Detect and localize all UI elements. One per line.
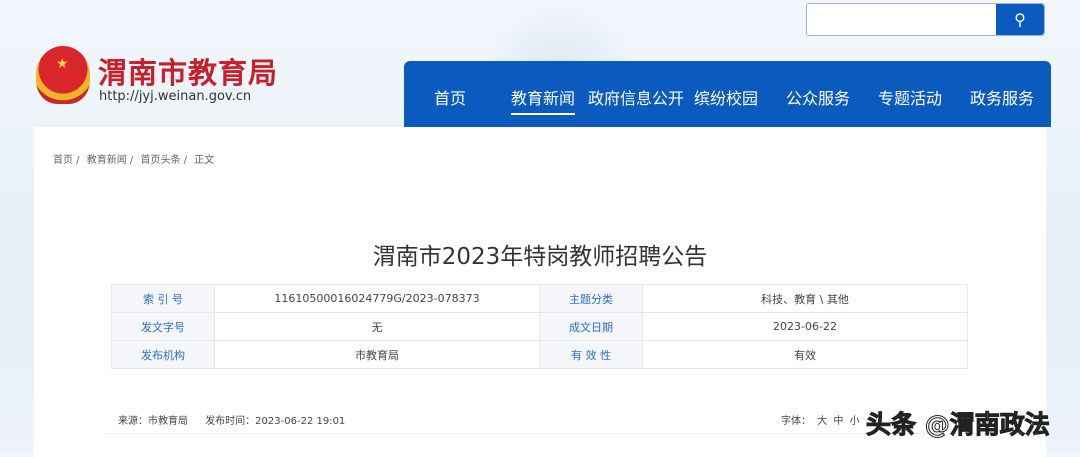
breadcrumb-current: 正文 [194, 155, 215, 166]
breadcrumb-headlines[interactable]: 首页头条 / [141, 155, 188, 166]
written-date-label: 成文日期 [539, 312, 643, 341]
table-row: 索 引 号 11610500016024779G/2023-078373 主题分… [111, 284, 968, 313]
search-button[interactable]: ⚲ [996, 4, 1044, 35]
font-size-control: 字体： 大 中 小 [781, 412, 863, 427]
site-name: 渭南市教育局 [98, 56, 279, 90]
doc-number-value: 无 [214, 312, 540, 341]
publish-time: 发布时间：2023-06-22 19:01 [205, 416, 346, 427]
validity-label: 有 效 性 [539, 340, 643, 369]
topic-label: 主题分类 [539, 284, 643, 313]
watermark: 头条 @渭南政法 [866, 410, 1051, 440]
nav-special-events[interactable]: 专题活动 [878, 85, 942, 109]
doc-number-label: 发文字号 [111, 312, 215, 341]
nav-home[interactable]: 首页 [434, 85, 466, 109]
table-row: 发布机构 市教育局 有 效 性 有效 [111, 340, 968, 369]
publisher-value: 市教育局 [214, 340, 540, 369]
info-table: 索 引 号 11610500016024779G/2023-078373 主题分… [111, 284, 968, 369]
index-number-value: 11610500016024779G/2023-078373 [214, 284, 540, 313]
nav-gov-service[interactable]: 政务服务 [970, 85, 1034, 109]
table-row: 发文字号 无 成文日期 2023-06-22 [111, 312, 968, 341]
article-meta: 来源：市教育局 发布时间：2023-06-22 19:01 [118, 412, 359, 427]
search-box: ⚲ [806, 3, 1045, 36]
breadcrumb: 首页 / 教育新闻 / 首页头条 / 正文 [53, 151, 218, 166]
font-size-label: 字体： [781, 416, 811, 427]
validity-value: 有效 [642, 340, 968, 369]
article-title: 渭南市2023年特岗教师招聘公告 [372, 244, 708, 270]
nav-gov-info[interactable]: 政府信息公开 [588, 85, 684, 109]
breadcrumb-education-news[interactable]: 教育新闻 / [87, 155, 134, 166]
national-emblem-logo: ★ [36, 46, 90, 104]
nav-public-service[interactable]: 公众服务 [786, 85, 850, 109]
font-size-medium[interactable]: 中 [833, 416, 843, 427]
search-icon: ⚲ [1014, 10, 1026, 29]
nav-education-news[interactable]: 教育新闻 [511, 85, 576, 115]
nav-campus[interactable]: 缤纷校园 [694, 85, 758, 109]
topic-value: 科技、教育 \ 其他 [642, 284, 968, 313]
breadcrumb-home[interactable]: 首页 / [53, 155, 80, 166]
site-url: http://jyj.weinan.gov.cn [99, 89, 252, 104]
index-number-label: 索 引 号 [111, 284, 215, 313]
main-nav: 首页 教育新闻 政府信息公开 缤纷校园 公众服务 专题活动 政务服务 [404, 61, 1051, 127]
divider [104, 433, 986, 434]
article-source: 来源：市教育局 [118, 416, 188, 427]
font-size-small[interactable]: 小 [850, 416, 860, 427]
written-date-value: 2023-06-22 [642, 312, 968, 341]
font-size-large[interactable]: 大 [817, 416, 827, 427]
publisher-label: 发布机构 [111, 340, 215, 369]
search-input[interactable] [807, 4, 996, 35]
